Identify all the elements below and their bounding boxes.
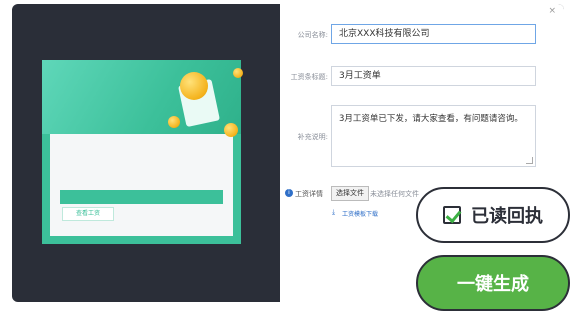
coin-icon xyxy=(180,72,208,100)
note-text: 3月工资单已下发，请大家查看，有问题请咨询。 xyxy=(339,114,523,124)
download-icon: ⤓ xyxy=(332,208,336,216)
preview-frame-left xyxy=(42,134,50,244)
preview-frame-bottom xyxy=(42,236,241,244)
coin-icon xyxy=(168,116,180,128)
read-receipt-label: 已读回执 xyxy=(471,206,543,227)
choose-file-button[interactable]: 选择文件 xyxy=(331,186,369,201)
title-label: 工资条标题: xyxy=(290,73,328,81)
preview-view-tab: 查看工资 xyxy=(62,207,114,221)
note-label: 补充说明: xyxy=(297,133,328,141)
preview-frame-right xyxy=(233,134,241,244)
company-label: 公司名称: xyxy=(297,31,328,39)
checkbox-checked-icon xyxy=(443,206,461,224)
resize-handle-icon[interactable] xyxy=(526,157,533,164)
template-download-link[interactable]: 工资模板下载 xyxy=(342,209,378,218)
file-status: 未选择任何文件 xyxy=(370,190,419,198)
generate-label: 一键生成 xyxy=(457,274,529,295)
read-receipt-button[interactable]: 已读回执 xyxy=(416,187,570,243)
coin-icon xyxy=(224,123,238,137)
coin-icon xyxy=(233,68,243,78)
company-input[interactable]: 北京XXX科技有限公司 xyxy=(331,24,536,44)
note-textarea[interactable]: 3月工资单已下发，请大家查看，有问题请咨询。 xyxy=(331,105,536,167)
preview-band xyxy=(60,190,223,204)
title-input[interactable]: 3月工资单 xyxy=(331,66,536,86)
generate-button[interactable]: 一键生成 xyxy=(416,255,570,311)
file-label: 工资详情 xyxy=(295,190,323,198)
close-icon[interactable]: × xyxy=(548,6,556,16)
